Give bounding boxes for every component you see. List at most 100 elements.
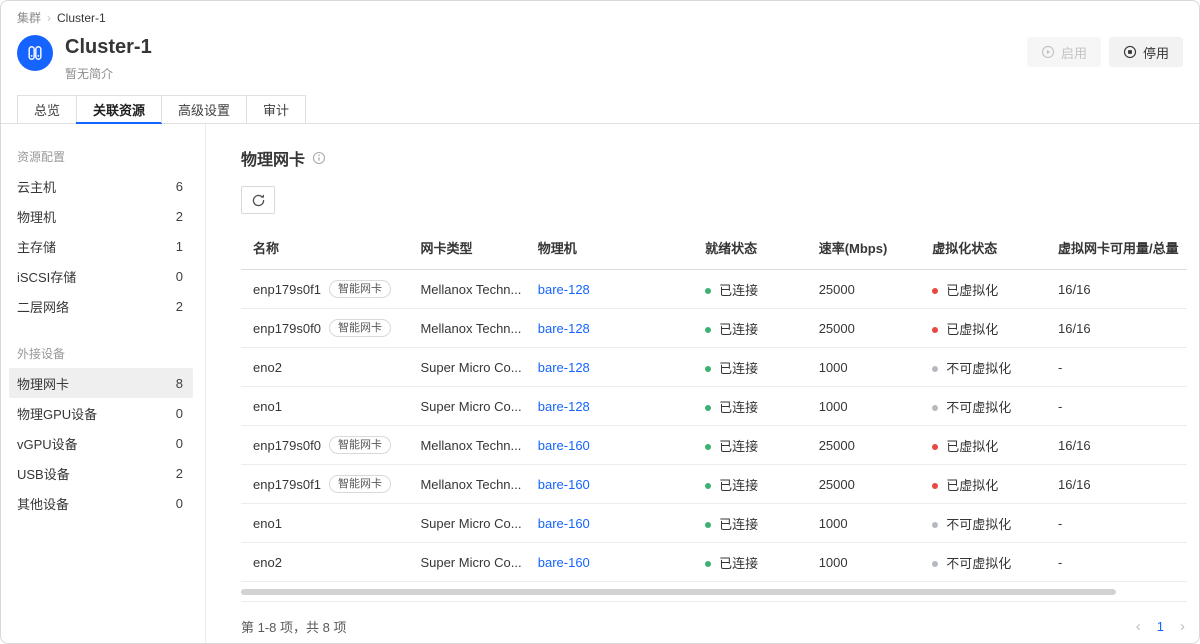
page-header: 集群 › Cluster-1 Cluster-1 暂无简介 (1, 1, 1199, 82)
table-row[interactable]: eno1Super Micro Co...bare-128已连接1000不可虚拟… (241, 387, 1187, 426)
play-circle-icon (1041, 45, 1055, 59)
table-header-row: 名称网卡类型物理机就绪状态速率(Mbps)虚拟化状态虚拟网卡可用量/总量 (241, 226, 1187, 270)
sidebar-item-count: 0 (176, 406, 183, 421)
host-link[interactable]: bare-160 (538, 516, 590, 531)
sidebar-item-gpu-devices[interactable]: 物理GPU设备 0 (9, 398, 193, 428)
sidebar-item-label: 物理GPU设备 (17, 404, 97, 423)
host-link[interactable]: bare-128 (538, 360, 590, 375)
cell-nic-type: Super Micro Co... (408, 543, 525, 582)
cell-name: eno2 (241, 348, 408, 387)
virt-status-dot (932, 561, 938, 567)
tab-audit[interactable]: 审计 (246, 95, 306, 123)
table-row[interactable]: enp179s0f0智能网卡Mellanox Techn...bare-128已… (241, 309, 1187, 348)
host-link[interactable]: bare-160 (538, 477, 590, 492)
virt-status-text: 已虚拟化 (946, 322, 998, 337)
sidebar-item-label: 二层网络 (17, 297, 69, 316)
cell-name: enp179s0f1智能网卡 (241, 270, 408, 309)
column-header: 就绪状态 (693, 226, 807, 270)
sidebar-item-l2-networks[interactable]: 二层网络2 (9, 291, 193, 321)
virt-status-dot (932, 483, 938, 489)
host-link[interactable]: bare-128 (538, 282, 590, 297)
tab-overview[interactable]: 总览 (17, 95, 77, 123)
prev-page-icon[interactable]: ‹ (1136, 619, 1141, 634)
table-row[interactable]: eno2Super Micro Co...bare-128已连接1000不可虚拟… (241, 348, 1187, 387)
cell-capacity: 16/16 (1046, 426, 1187, 465)
sidebar-item-iscsi-storage[interactable]: iSCSI存储0 (9, 261, 193, 291)
smart-nic-badge: 智能网卡 (329, 319, 391, 337)
smart-nic-badge: 智能网卡 (329, 436, 391, 454)
column-header: 虚拟化状态 (920, 226, 1046, 270)
sidebar-item-primary-storage[interactable]: 主存储1 (9, 231, 193, 261)
virt-status-text: 已虚拟化 (946, 283, 998, 298)
cell-virt-status: 已虚拟化 (920, 426, 1046, 465)
host-link[interactable]: bare-160 (538, 438, 590, 453)
status-text: 已连接 (719, 361, 758, 376)
sidebar-item-count: 0 (176, 269, 183, 284)
column-header: 虚拟网卡可用量/总量 (1046, 226, 1187, 270)
pagination: ‹ 1 › (1136, 619, 1185, 634)
tab-advanced-settings[interactable]: 高级设置 (161, 95, 247, 123)
cell-ready-status: 已连接 (693, 543, 807, 582)
sidebar-item-vms[interactable]: 云主机6 (9, 171, 193, 201)
virt-status-dot (932, 444, 938, 450)
current-page[interactable]: 1 (1157, 619, 1164, 634)
virt-status-text: 已虚拟化 (946, 439, 998, 454)
disable-button[interactable]: 停用 (1109, 37, 1183, 67)
sidebar-item-label: 主存储 (17, 237, 56, 256)
sidebar-item-label: 物理网卡 (17, 374, 69, 393)
virt-status-text: 不可虚拟化 (946, 556, 1011, 571)
sidebar-item-label: 其他设备 (17, 494, 69, 513)
info-icon[interactable] (312, 151, 326, 165)
cell-ready-status: 已连接 (693, 426, 807, 465)
cell-nic-type: Mellanox Techn... (408, 309, 525, 348)
smart-nic-badge: 智能网卡 (329, 280, 391, 298)
cell-capacity: - (1046, 387, 1187, 426)
nic-name: eno2 (253, 360, 282, 375)
status-dot (705, 444, 711, 450)
cell-name: enp179s0f0智能网卡 (241, 426, 408, 465)
cell-nic-type: Mellanox Techn... (408, 465, 525, 504)
host-link[interactable]: bare-128 (538, 399, 590, 414)
refresh-button[interactable] (241, 186, 275, 214)
page-subtitle: 暂无简介 (65, 65, 152, 82)
cell-capacity: - (1046, 348, 1187, 387)
next-page-icon[interactable]: › (1180, 619, 1185, 634)
sidebar-item-vgpu-devices[interactable]: vGPU设备0 (9, 428, 193, 458)
sidebar-item-other-devices[interactable]: 其他设备0 (9, 488, 193, 518)
enable-button[interactable]: 启用 (1027, 37, 1101, 67)
table-row[interactable]: eno1Super Micro Co...bare-160已连接1000不可虚拟… (241, 504, 1187, 543)
cell-virt-status: 不可虚拟化 (920, 387, 1046, 426)
cell-name: eno1 (241, 387, 408, 426)
enable-button-label: 启用 (1061, 43, 1087, 62)
breadcrumb: 集群 › Cluster-1 (17, 1, 1183, 26)
nic-name: enp179s0f1 (253, 477, 321, 492)
table-row[interactable]: eno2Super Micro Co...bare-160已连接1000不可虚拟… (241, 543, 1187, 582)
cell-capacity: 16/16 (1046, 465, 1187, 504)
cell-virt-status: 已虚拟化 (920, 270, 1046, 309)
sidebar: 资源配置云主机6物理机2主存储1iSCSI存储0二层网络2外接设备物理网卡8物理… (1, 124, 206, 643)
table-row[interactable]: enp179s0f0智能网卡Mellanox Techn...bare-160已… (241, 426, 1187, 465)
breadcrumb-root[interactable]: 集群 (17, 9, 41, 26)
host-link[interactable]: bare-128 (538, 321, 590, 336)
sidebar-item-count: 2 (176, 209, 183, 224)
cell-name: enp179s0f1智能网卡 (241, 465, 408, 504)
tab-related-resources[interactable]: 关联资源 (76, 95, 162, 123)
tab-bar: 总览关联资源高级设置审计 (17, 95, 1183, 123)
status-text: 已连接 (719, 439, 758, 454)
cell-host: bare-128 (526, 387, 693, 426)
host-link[interactable]: bare-160 (538, 555, 590, 570)
status-text: 已连接 (719, 322, 758, 337)
table-row[interactable]: enp179s0f1智能网卡Mellanox Techn...bare-128已… (241, 270, 1187, 309)
breadcrumb-separator-icon: › (47, 11, 51, 25)
sidebar-item-hosts[interactable]: 物理机2 (9, 201, 193, 231)
sidebar-item-physical-nics[interactable]: 物理网卡8 (9, 368, 193, 398)
sidebar-item-count: 6 (176, 179, 183, 194)
horizontal-scrollbar-thumb[interactable] (241, 589, 1116, 595)
cell-ready-status: 已连接 (693, 387, 807, 426)
virt-status-text: 已虚拟化 (946, 478, 998, 493)
cell-host: bare-128 (526, 348, 693, 387)
sidebar-item-usb-devices[interactable]: USB设备2 (9, 458, 193, 488)
pagination-summary: 第 1-8 项，共 8 项 (241, 617, 346, 636)
cell-virt-status: 不可虚拟化 (920, 348, 1046, 387)
table-row[interactable]: enp179s0f1智能网卡Mellanox Techn... bare-160 已… (241, 465, 1187, 504)
